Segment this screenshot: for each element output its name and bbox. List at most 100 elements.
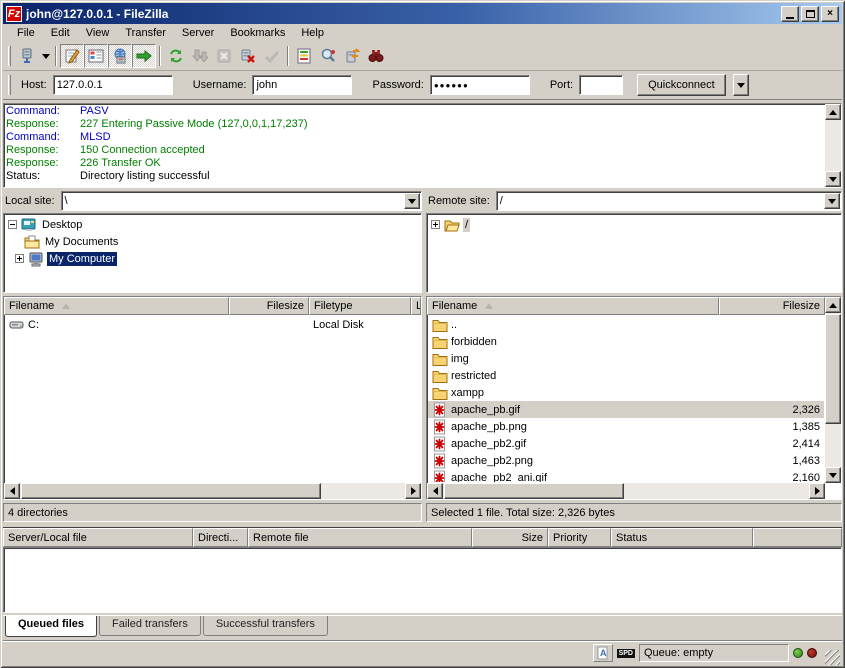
column-header-server-local-file[interactable]: Server/Local file <box>3 528 193 547</box>
tree-item-my-computer[interactable]: My Computer <box>8 250 421 267</box>
message-log[interactable]: Command:PASV Response:227 Entering Passi… <box>3 103 842 188</box>
remote-file-row[interactable]: xampp <box>428 384 824 401</box>
remote-file-row[interactable]: forbidden <box>428 333 824 350</box>
find-files-button[interactable] <box>364 44 388 68</box>
remote-file-row[interactable]: restricted <box>428 367 824 384</box>
menu-bookmarks[interactable]: Bookmarks <box>222 25 293 41</box>
expand-icon[interactable] <box>15 254 24 263</box>
remote-directory-tree[interactable]: / <box>426 213 842 293</box>
scrollbar-thumb[interactable] <box>444 483 624 499</box>
synchronized-browsing-button[interactable] <box>340 44 364 68</box>
scroll-right-button[interactable] <box>809 483 825 499</box>
scrollbar-thumb[interactable] <box>825 314 841 424</box>
resize-grip[interactable] <box>825 650 840 665</box>
remote-panel: Remote site: / / Filename Filesize .. <box>426 191 842 522</box>
disconnect-button[interactable] <box>236 44 260 68</box>
scroll-right-button[interactable] <box>405 483 421 499</box>
column-header-filename[interactable]: Filename <box>4 297 229 315</box>
close-button[interactable]: × <box>821 6 839 22</box>
column-header-direction[interactable]: Directi... <box>193 528 248 547</box>
scroll-down-button[interactable] <box>825 171 841 187</box>
password-input[interactable] <box>430 75 530 95</box>
menu-transfer[interactable]: Transfer <box>117 25 174 41</box>
column-header-priority[interactable]: Priority <box>548 528 611 547</box>
remote-file-row[interactable]: apache_pb2.gif 2,414 <box>428 435 824 452</box>
site-manager-button[interactable] <box>15 44 39 68</box>
scroll-left-button[interactable] <box>427 483 443 499</box>
filter-button[interactable] <box>292 44 316 68</box>
menu-server[interactable]: Server <box>174 25 222 41</box>
toggle-transfer-queue-button[interactable] <box>132 44 156 68</box>
tree-item-root[interactable]: / <box>431 216 841 233</box>
quickconnect-button[interactable]: Quickconnect <box>637 74 726 96</box>
menu-view[interactable]: View <box>78 25 118 41</box>
username-input[interactable] <box>252 75 352 95</box>
local-horizontal-scrollbar[interactable] <box>4 483 421 499</box>
toggle-local-tree-button[interactable] <box>84 44 108 68</box>
process-queue-button[interactable] <box>188 44 212 68</box>
maximize-button[interactable] <box>801 6 819 22</box>
column-header-size[interactable]: Size <box>472 528 548 547</box>
scroll-up-button[interactable] <box>825 104 841 120</box>
site-manager-dropdown-button[interactable] <box>39 44 52 68</box>
minimize-button[interactable] <box>781 6 799 22</box>
menu-edit[interactable]: Edit <box>43 25 78 41</box>
cancel-operation-button[interactable] <box>212 44 236 68</box>
my-documents-icon <box>24 234 40 250</box>
triangle-up-icon <box>829 110 837 115</box>
column-header-last-modified[interactable]: L <box>411 297 421 315</box>
remote-file-row[interactable]: .. <box>428 316 824 333</box>
remote-file-row[interactable]: apache_pb2_ani.gif 2,160 <box>428 469 824 482</box>
scroll-up-button[interactable] <box>825 297 841 313</box>
column-header-filetype[interactable]: Filetype <box>309 297 411 315</box>
toggle-message-log-button[interactable] <box>60 44 84 68</box>
tab-successful-transfers[interactable]: Successful transfers <box>203 616 328 636</box>
toggle-remote-tree-button[interactable] <box>108 44 132 68</box>
local-directory-tree[interactable]: Desktop My Documents My Computer <box>3 213 422 293</box>
tab-failed-transfers[interactable]: Failed transfers <box>99 616 201 636</box>
speed-limits-icon[interactable]: SPD <box>617 649 635 658</box>
refresh-button[interactable] <box>164 44 188 68</box>
menu-file[interactable]: File <box>9 25 43 41</box>
expand-icon[interactable] <box>431 220 440 229</box>
port-input[interactable] <box>579 75 623 95</box>
remote-file-list[interactable]: Filename Filesize .. forbidden img restr… <box>426 296 842 500</box>
local-file-row[interactable]: C: Local Disk <box>5 316 420 333</box>
directory-comparison-button[interactable] <box>316 44 340 68</box>
host-input[interactable] <box>53 75 173 95</box>
quickconnect-dropdown-button[interactable] <box>733 74 749 96</box>
local-site-dropdown-button[interactable] <box>404 193 420 209</box>
data-type-indicator[interactable]: A <box>593 644 613 662</box>
queue-list[interactable] <box>3 547 842 613</box>
quickconnect-grip[interactable] <box>8 75 11 95</box>
triangle-up-icon <box>829 303 837 308</box>
remote-file-row[interactable]: img <box>428 350 824 367</box>
chevron-down-icon <box>408 199 416 204</box>
column-header-filesize[interactable]: Filesize <box>229 297 309 315</box>
remote-site-dropdown-button[interactable] <box>824 193 840 209</box>
column-header-status[interactable]: Status <box>611 528 753 547</box>
column-header-filename[interactable]: Filename <box>427 297 719 315</box>
remote-vertical-scrollbar[interactable] <box>825 297 841 483</box>
log-scrollbar[interactable] <box>825 104 841 187</box>
remote-file-row[interactable]: apache_pb2.png 1,463 <box>428 452 824 469</box>
scroll-left-button[interactable] <box>4 483 20 499</box>
toolbar-grip[interactable] <box>8 46 11 66</box>
remote-file-row-selected[interactable]: apache_pb.gif 2,326 <box>428 401 824 418</box>
local-file-list[interactable]: Filename Filesize Filetype L C: Local Di… <box>3 296 422 500</box>
local-site-combobox[interactable]: \ <box>61 191 422 211</box>
tree-item-my-documents[interactable]: My Documents <box>8 233 421 250</box>
title-bar[interactable]: Fz john@127.0.0.1 - FileZilla × <box>3 3 842 24</box>
scrollbar-thumb[interactable] <box>21 483 321 499</box>
remote-file-row[interactable]: apache_pb.png 1,385 <box>428 418 824 435</box>
menu-help[interactable]: Help <box>293 25 332 41</box>
tab-queued-files[interactable]: Queued files <box>5 616 97 637</box>
column-header-remote-file[interactable]: Remote file <box>248 528 472 547</box>
collapse-icon[interactable] <box>8 220 17 229</box>
column-header-filesize[interactable]: Filesize <box>719 297 825 315</box>
tree-item-desktop[interactable]: Desktop <box>8 216 421 233</box>
scroll-down-button[interactable] <box>825 467 841 483</box>
remote-site-combobox[interactable]: / <box>496 191 842 211</box>
reconnect-button[interactable] <box>260 44 284 68</box>
remote-horizontal-scrollbar[interactable] <box>427 483 825 499</box>
